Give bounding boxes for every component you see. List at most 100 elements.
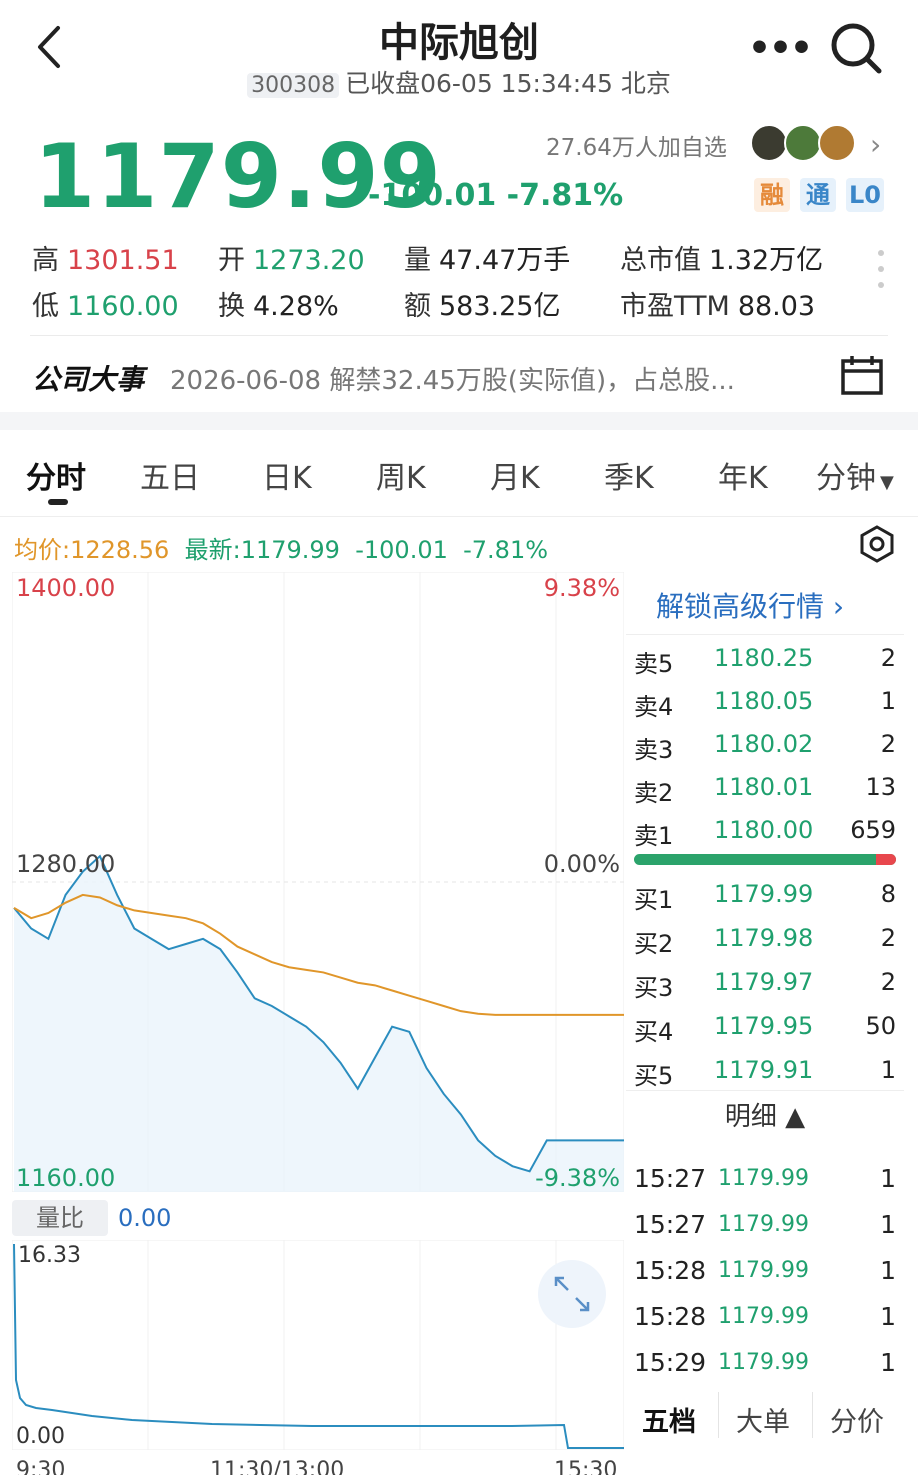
trade-tick-price: 1179.99 — [718, 1304, 809, 1329]
search-icon[interactable] — [828, 20, 884, 76]
trade-tick-row: 15:27 1179.99 1 — [634, 1164, 896, 1210]
trade-tick-row: 15:27 1179.99 1 — [634, 1210, 896, 1256]
tab-monthly-k[interactable]: 月K — [490, 453, 540, 497]
bid-vol: 2 — [880, 968, 896, 996]
bid-price: 1179.97 — [714, 968, 814, 996]
trade-tick-row: 15:28 1179.99 1 — [634, 1256, 896, 1302]
trade-tick-price: 1179.99 — [718, 1350, 809, 1375]
tab-intraday[interactable]: 分时 — [26, 453, 86, 497]
stat-open: 开 1273.20 — [218, 245, 365, 276]
ask-price: 1180.01 — [714, 773, 814, 801]
price-mid-label: 1280.00 — [16, 850, 115, 878]
watchlist-count[interactable]: 27.64万人加自选 — [546, 128, 727, 162]
pct-max-label: 9.38% — [544, 574, 620, 602]
bid-ask-ratio-bar — [634, 854, 896, 865]
bid-row: 买5 1179.91 1 — [634, 1056, 896, 1099]
expand-icon[interactable] — [538, 1260, 606, 1328]
bid-row: 买1 1179.99 8 — [634, 880, 896, 923]
calendar-icon[interactable] — [840, 355, 884, 395]
ask-price: 1180.00 — [714, 816, 814, 844]
price-max-label: 1400.00 — [16, 574, 115, 602]
time-start-label: 9:30 — [16, 1458, 66, 1475]
stat-market-cap: 总市值 1.32万亿 — [620, 245, 824, 276]
tab-five-day[interactable]: 五日 — [140, 453, 200, 497]
trade-detail-header[interactable]: 明细 ▲ — [626, 1096, 904, 1133]
avatar — [750, 124, 788, 162]
ask-price: 1180.25 — [714, 644, 814, 672]
tab-minute[interactable]: 分钟 ▼ — [816, 453, 894, 497]
tab-large-orders[interactable]: 大单 — [736, 1400, 790, 1439]
trade-tick-time: 15:28 — [634, 1256, 707, 1285]
trade-tick-vol: 1 — [880, 1164, 896, 1193]
bid-row: 买2 1179.98 2 — [634, 924, 896, 967]
ask-vol: 13 — [865, 773, 896, 801]
price-change: -100.01 -7.81% — [368, 178, 624, 213]
trade-tick-row: 15:28 1179.99 1 — [634, 1302, 896, 1348]
trade-tick-time: 15:29 — [634, 1348, 707, 1377]
trade-tick-price: 1179.99 — [718, 1212, 809, 1237]
tab-quarterly-k[interactable]: 季K — [604, 453, 654, 497]
bid-row: 买4 1179.95 50 — [634, 1012, 896, 1055]
volume-ratio-min: 0.00 — [16, 1424, 65, 1449]
avatar — [784, 124, 822, 162]
ask-vol: 1 — [880, 687, 896, 715]
stat-pe: 市盈TTM 88.03 — [620, 291, 816, 322]
market-status: 已收盘06-05 15:34:45 北京 — [345, 69, 671, 98]
bid-price: 1179.91 — [714, 1056, 814, 1084]
tab-indicator — [48, 499, 68, 505]
event-text[interactable]: 2026-06-08 解禁32.45万股(实际值)，占总股... — [170, 360, 735, 397]
level-tag[interactable]: L0 — [846, 178, 884, 212]
trade-tick-time: 15:28 — [634, 1302, 707, 1331]
bid-price: 1179.95 — [714, 1012, 814, 1040]
tab-daily-k[interactable]: 日K — [262, 453, 312, 497]
volume-ratio-max: 16.33 — [18, 1243, 81, 1268]
pct-mid-label: 0.00% — [544, 850, 620, 878]
tab-five-levels[interactable]: 五档 — [642, 1400, 696, 1439]
trade-tick-price: 1179.99 — [718, 1166, 809, 1191]
pct-min-label: -9.38% — [535, 1164, 620, 1192]
intraday-chart[interactable]: 1400.00 9.38% 1280.00 0.00% 1160.00 -9.3… — [12, 572, 624, 1192]
tab-weekly-k[interactable]: 周K — [376, 453, 426, 497]
margin-tag[interactable]: 融 — [754, 178, 790, 212]
stat-amount: 额 583.25亿 — [404, 291, 561, 322]
divider — [0, 516, 918, 517]
divider — [812, 1392, 813, 1438]
bid-row: 买3 1179.97 2 — [634, 968, 896, 1011]
tab-price-distribution[interactable]: 分价 — [830, 1400, 884, 1439]
ask-row: 卖3 1180.02 2 — [634, 730, 896, 773]
ask-label: 卖3 — [634, 736, 674, 764]
bid-vol: 50 — [865, 1012, 896, 1040]
stats-more-icon[interactable] — [878, 250, 888, 298]
ask-vol: 2 — [880, 730, 896, 758]
bid-label: 买3 — [634, 974, 674, 1002]
bid-label: 买5 — [634, 1062, 674, 1090]
trade-tick-price: 1179.99 — [718, 1258, 809, 1283]
trade-tick-time: 15:27 — [634, 1210, 707, 1239]
bid-vol: 2 — [880, 924, 896, 952]
more-icon[interactable]: ••• — [748, 28, 813, 69]
unlock-advanced-link[interactable]: 解锁高级行情 › — [656, 585, 844, 625]
stock-subtitle: 300308 已收盘06-05 15:34:45 北京 — [0, 64, 918, 100]
divider — [30, 335, 888, 336]
divider — [626, 1090, 904, 1091]
chevron-right-icon[interactable]: › — [870, 128, 881, 161]
ask-label: 卖1 — [634, 822, 674, 850]
ask-price: 1180.05 — [714, 687, 814, 715]
volume-ratio-tab[interactable]: 量比 — [12, 1200, 108, 1236]
dropdown-arrow-icon: ▼ — [880, 472, 894, 493]
volume-ratio-chart — [12, 1240, 624, 1450]
ask-row: 卖2 1180.01 13 — [634, 773, 896, 816]
volume-ratio-value: 0.00 — [118, 1204, 172, 1232]
settings-icon[interactable] — [858, 525, 896, 563]
tab-yearly-k[interactable]: 年K — [718, 453, 768, 497]
connect-tag[interactable]: 通 — [800, 178, 836, 212]
ask-label: 卖4 — [634, 693, 674, 721]
divider — [718, 1392, 719, 1438]
ask-label: 卖2 — [634, 779, 674, 807]
bid-label: 买2 — [634, 930, 674, 958]
stat-low: 低 1160.00 — [32, 291, 179, 322]
bid-label: 买1 — [634, 886, 674, 914]
chart-info-line: 均价:1228.56 最新:1179.99 -100.01 -7.81% — [14, 536, 549, 564]
ask-label: 卖5 — [634, 650, 674, 678]
trade-tick-vol: 1 — [880, 1256, 896, 1285]
